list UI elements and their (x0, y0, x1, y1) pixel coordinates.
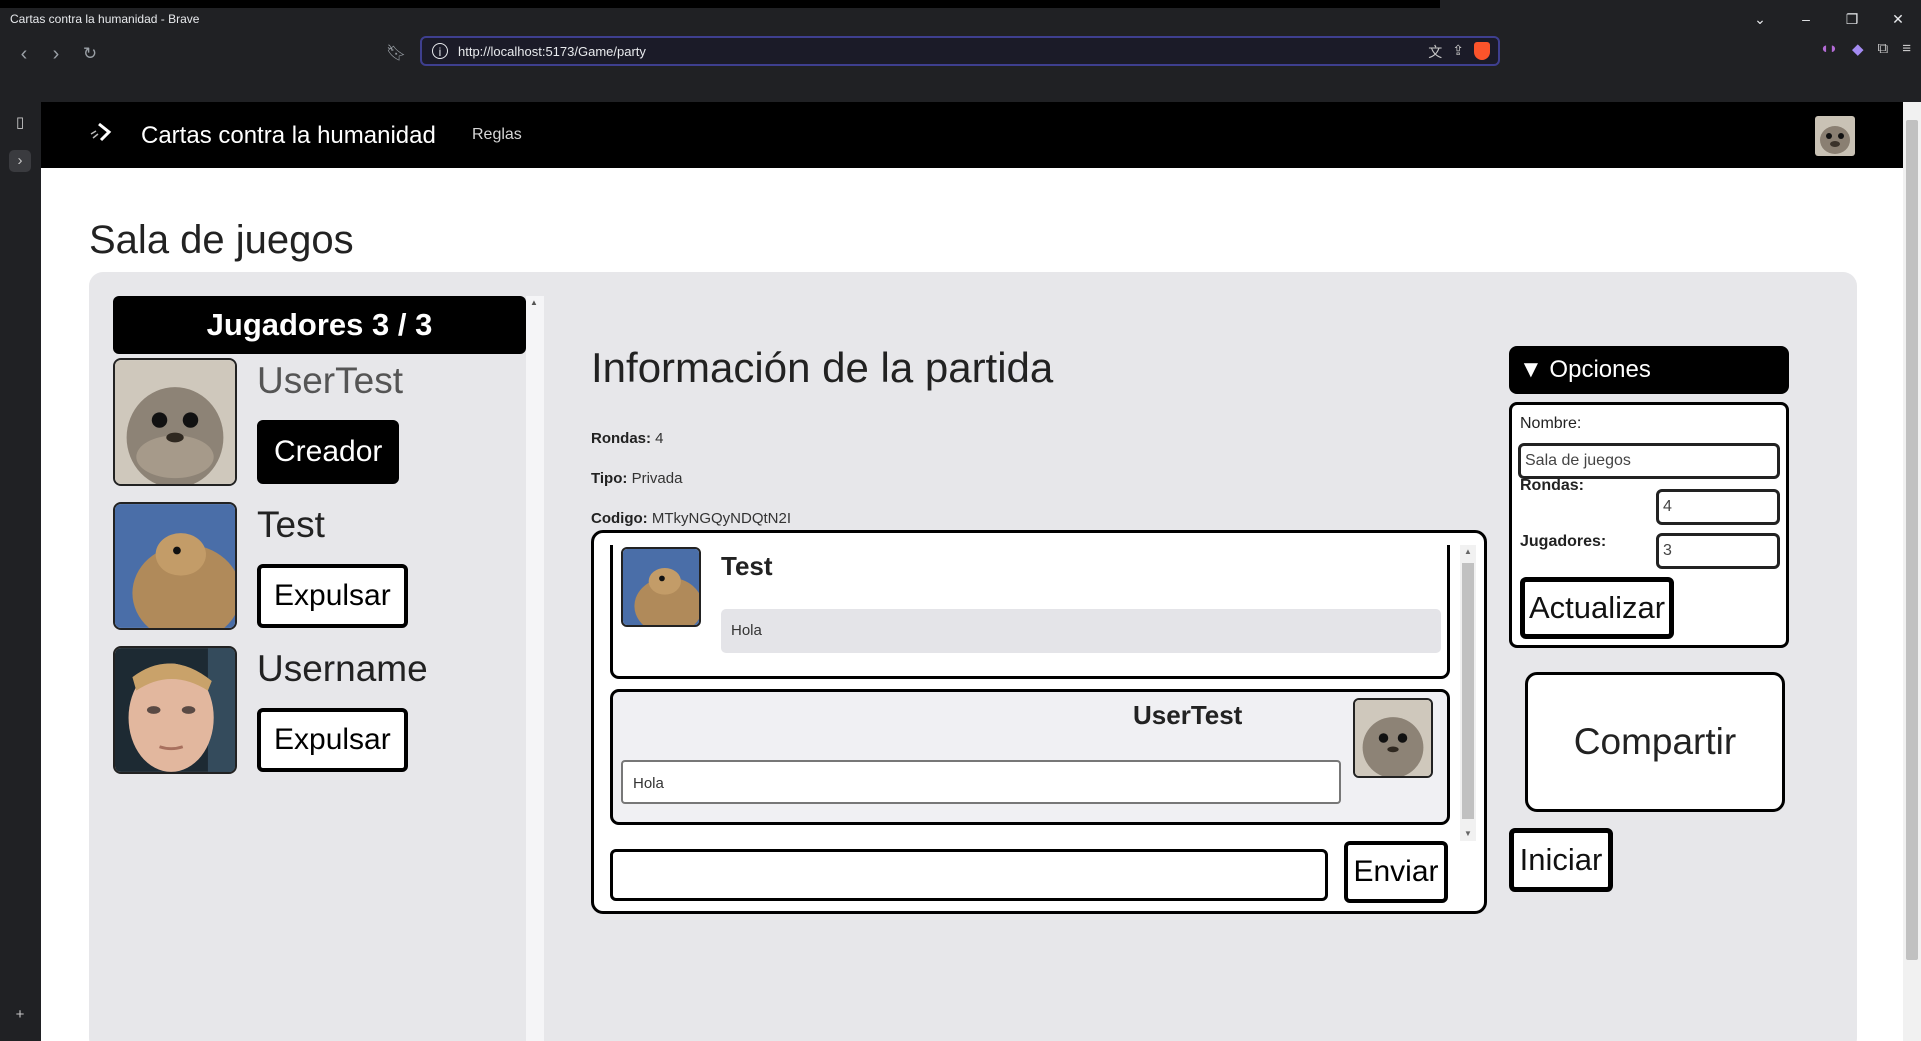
message-text: Hola (721, 609, 1441, 653)
chat-input[interactable] (610, 849, 1328, 901)
prairie-dog-avatar-icon (623, 549, 699, 625)
message-avatar (1353, 698, 1433, 778)
type-info-label: Tipo: (591, 470, 628, 487)
player-avatar (113, 502, 237, 630)
tab-list-icon[interactable]: ⌄ (1737, 8, 1783, 30)
players-scrollbar[interactable]: ▲ (526, 296, 544, 1041)
page-scroll-thumb[interactable] (1906, 120, 1918, 960)
share-button[interactable]: Compartir (1525, 672, 1785, 812)
translate-icon[interactable]: 文 (1428, 42, 1442, 62)
type-info-value: Privada (631, 470, 683, 487)
menu-icon[interactable]: ≡ (1902, 40, 1911, 58)
code-info-value: MTkyNGQyNDQtN2I (651, 510, 791, 527)
chat-scrollbar[interactable]: ▲ ▼ (1460, 545, 1476, 841)
game-room-panel: Jugadores 3 / 3 UserTest Creador Test Ex… (89, 272, 1857, 1041)
code-info: Codigo: MTkyNGQyNDQtN2I (591, 510, 791, 527)
players-column: Jugadores 3 / 3 UserTest Creador Test Ex… (113, 296, 526, 1041)
players-input[interactable] (1656, 533, 1780, 569)
site-brand[interactable]: Cartas contra la humanidad (141, 122, 436, 150)
minimize-icon[interactable]: – (1783, 8, 1829, 30)
page-scrollbar[interactable] (1903, 102, 1921, 1041)
kick-player-button[interactable]: Expulsar (257, 564, 408, 628)
scroll-down-icon[interactable]: ▼ (1464, 829, 1472, 838)
titlebar-strip (0, 0, 1440, 8)
close-icon[interactable]: ✕ (1875, 8, 1921, 30)
url-text[interactable]: http://localhost:5173/Game/party (458, 44, 646, 59)
room-name-input[interactable] (1518, 443, 1780, 479)
chat-message-own: UserTest Hola (610, 689, 1450, 825)
options-toggle[interactable]: ▼ Opciones (1509, 346, 1789, 394)
message-avatar (621, 547, 701, 627)
player-name: Test (257, 504, 325, 545)
address-bar[interactable]: i http://localhost:5173/Game/party 文 ⇪ (420, 36, 1500, 66)
urlbar-actions: 文 ⇪ (1428, 42, 1490, 62)
sidebar-toggle-icon[interactable]: ▯ (9, 112, 31, 134)
players-label: Jugadores: (1520, 533, 1607, 550)
page-viewport: Cartas contra la humanidad Reglas Sala d… (41, 102, 1903, 1041)
site-logo-icon[interactable] (87, 118, 117, 148)
player-card: Username Expulsar (113, 646, 526, 774)
chat-scroll-thumb[interactable] (1462, 563, 1474, 819)
scroll-up-icon[interactable]: ▲ (530, 298, 538, 307)
share-page-icon[interactable]: ⇪ (1452, 42, 1464, 62)
sidebar-app-icon[interactable]: › (9, 150, 31, 172)
room-name-label: Nombre: (1520, 415, 1582, 432)
rounds-label: Rondas: (1520, 477, 1584, 494)
options-form: Nombre: Rondas: Jugadores: Actualizar (1509, 402, 1789, 648)
players-header: Jugadores 3 / 3 (113, 296, 526, 354)
site-info-icon[interactable]: i (432, 43, 448, 59)
chat-message: Test Hola (610, 545, 1450, 679)
restore-icon[interactable]: ❐ (1829, 8, 1875, 30)
message-text: Hola (621, 760, 1341, 804)
extensions-icon[interactable]: ⧉ (1878, 40, 1889, 58)
extension-icons: ◖◗ ◆ ⧉ ≡ (1820, 40, 1911, 58)
rounds-info-value: 4 (655, 430, 664, 447)
player-avatar (113, 646, 237, 774)
game-info-title: Información de la partida (591, 344, 1054, 391)
player-name: UserTest (257, 360, 403, 401)
creator-badge: Creador (257, 420, 400, 484)
site-navbar: Cartas contra la humanidad Reglas (41, 102, 1903, 168)
rounds-input[interactable] (1656, 489, 1780, 525)
rounds-info-label: Rondas: (591, 430, 651, 447)
seal-avatar-icon (1815, 116, 1855, 156)
user-avatar[interactable] (1815, 116, 1855, 156)
chat-box: Test Hola UserTest Hola ▲ ▼ Enviar (591, 530, 1487, 914)
page-title: Sala de juegos (89, 218, 354, 262)
wallet-icon[interactable]: ◖◗ (1820, 40, 1838, 58)
player-card: UserTest Creador (113, 358, 526, 486)
reload-icon[interactable]: ↻ (76, 40, 104, 68)
browser-titlebar: Cartas contra la humanidad - Brave ⌄ – ❐… (0, 0, 1921, 36)
kick-player-button[interactable]: Expulsar (257, 708, 408, 772)
player-avatar (113, 358, 237, 486)
message-author: UserTest (1133, 700, 1243, 730)
rules-link[interactable]: Reglas (472, 126, 522, 144)
back-icon[interactable]: ‹ (10, 40, 38, 68)
browser-sidebar: ▯ › + (0, 102, 41, 1041)
window-controls: ⌄ – ❐ ✕ (1737, 8, 1921, 30)
rounds-info: Rondas: 4 (591, 430, 664, 447)
update-button[interactable]: Actualizar (1520, 577, 1674, 639)
blinking-guy-avatar-icon (115, 648, 235, 772)
browser-toolbar: ‹ › ↻ 🔖︎ i http://localhost:5173/Game/pa… (0, 36, 1921, 102)
send-button[interactable]: Enviar (1344, 841, 1448, 903)
type-info: Tipo: Privada (591, 470, 682, 487)
seal-avatar-icon (115, 360, 235, 484)
add-sidebar-item-icon[interactable]: + (9, 1004, 31, 1026)
forward-icon[interactable]: › (42, 40, 70, 68)
message-author: Test (721, 551, 773, 581)
leo-ai-icon[interactable]: ◆ (1852, 40, 1864, 58)
scroll-up-icon[interactable]: ▲ (1464, 547, 1472, 556)
brave-shield-icon[interactable] (1474, 42, 1490, 60)
start-button[interactable]: Iniciar (1509, 828, 1613, 892)
prairie-dog-avatar-icon (115, 504, 235, 628)
player-card: Test Expulsar (113, 502, 526, 630)
player-name: Username (257, 648, 428, 689)
seal-avatar-icon (1355, 700, 1431, 776)
window-title: Cartas contra la humanidad - Brave (10, 12, 200, 26)
bookmark-icon[interactable]: 🔖︎ (385, 40, 407, 68)
code-info-label: Codigo: (591, 510, 648, 527)
